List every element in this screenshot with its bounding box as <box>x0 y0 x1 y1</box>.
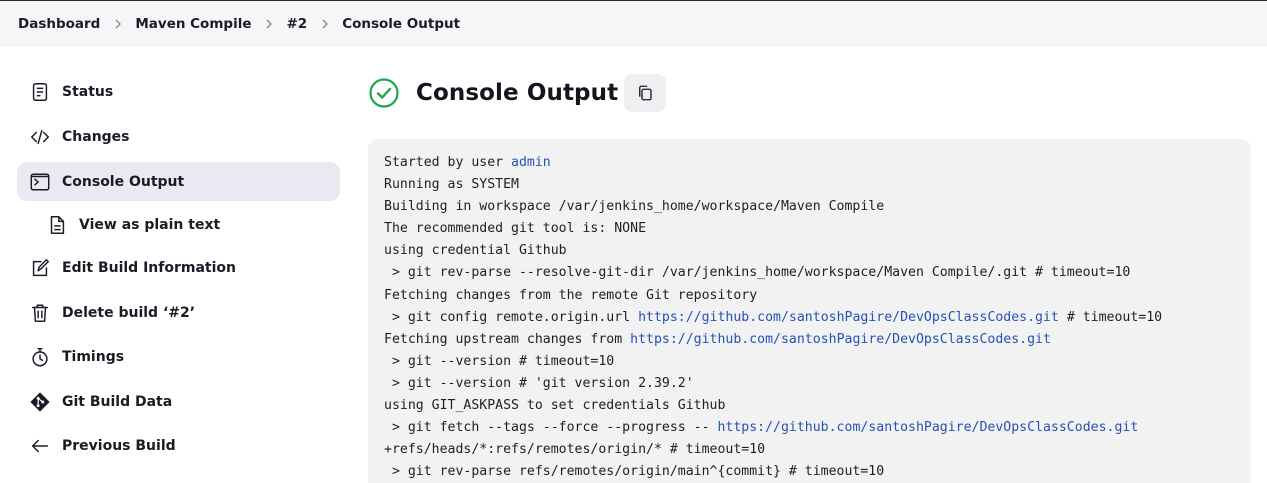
sidebar-item-label: Status <box>62 84 114 101</box>
sidebar-item-status[interactable]: Status <box>17 70 340 115</box>
console-line: using credential Github <box>384 240 1251 262</box>
sidebar-item-timings[interactable]: Timings <box>17 335 340 380</box>
console-text: Started by user <box>384 155 512 170</box>
console-link[interactable]: admin <box>511 155 551 170</box>
sidebar-item-label: View as plain text <box>79 217 221 233</box>
console-text: > git fetch --tags --force --progress -- <box>384 420 718 436</box>
console-line: The recommended git tool is: NONE <box>384 218 1251 240</box>
document-icon <box>45 213 69 237</box>
console-line: Running as SYSTEM <box>384 174 1251 196</box>
sidebar-item-console-output[interactable]: Console Output <box>17 162 340 201</box>
sidebar-item-changes[interactable]: Changes <box>17 115 340 160</box>
sidebar-item-previous-build[interactable]: Previous Build <box>17 424 340 469</box>
status-icon <box>28 80 52 104</box>
console-line: Building in workspace /var/jenkins_home/… <box>384 196 1251 218</box>
console-line: > git --version # timeout=10 <box>384 351 1251 373</box>
breadcrumb-dashboard[interactable]: Dashboard <box>18 16 100 32</box>
edit-icon <box>28 256 52 280</box>
chevron-right-icon <box>307 19 342 29</box>
sidebar-item-git-build-data[interactable]: Git Build Data <box>17 380 340 425</box>
console-text: Fetching upstream changes from <box>384 331 631 347</box>
console-line: Fetching changes from the remote Git rep… <box>384 285 1251 307</box>
console-line: using GIT_ASKPASS to set credentials Git… <box>384 395 1251 417</box>
breadcrumb-job[interactable]: Maven Compile <box>135 16 251 32</box>
console-link[interactable]: https://github.com/santoshPagire/DevOpsC… <box>630 332 1051 347</box>
page-title: Console Output <box>416 80 619 106</box>
console-text: Building in workspace /var/jenkins_home/… <box>384 199 885 215</box>
console-text: The recommended git tool is: NONE <box>384 221 647 237</box>
sidebar-item-label: Previous Build <box>62 438 176 455</box>
breadcrumb-build[interactable]: #2 <box>286 16 307 32</box>
console-text: # timeout=10 <box>1058 309 1163 325</box>
console-link[interactable]: https://github.com/santoshPagire/DevOpsC… <box>638 310 1059 325</box>
console-text: using GIT_ASKPASS to set credentials Git… <box>384 398 726 414</box>
code-icon <box>28 125 52 149</box>
sidebar-item-label: Edit Build Information <box>62 260 236 277</box>
console-link[interactable]: https://github.com/santoshPagire/DevOpsC… <box>717 420 1138 435</box>
arrow-left-icon <box>28 434 52 458</box>
page-header: Console Output <box>368 70 1251 116</box>
sidebar-item-label: Console Output <box>62 173 185 190</box>
sidebar: Status Changes Console Output View as pl… <box>17 70 340 469</box>
copy-button[interactable] <box>624 74 667 112</box>
console-text: > git --version # timeout=10 <box>384 353 615 369</box>
sidebar-item-label: Git Build Data <box>62 393 173 410</box>
console-line: Fetching upstream changes from https://g… <box>384 329 1251 351</box>
console-text: > git rev-parse --resolve-git-dir /var/j… <box>384 265 1131 281</box>
sidebar-item-label: Delete build ‘#2’ <box>62 304 196 321</box>
sidebar-item-edit-build-info[interactable]: Edit Build Information <box>17 246 340 291</box>
breadcrumb-bar: Dashboard Maven Compile #2 Console Outpu… <box>0 0 1267 47</box>
chevron-right-icon <box>251 19 286 29</box>
copy-icon <box>639 85 652 101</box>
main-content: Console Output Started by user admin Runn… <box>368 70 1251 483</box>
console-line: > git fetch --tags --force --progress --… <box>384 417 1251 439</box>
console-line: +refs/heads/*:refs/remotes/origin/* # ti… <box>384 439 1251 461</box>
console-text: Running as SYSTEM <box>384 177 519 193</box>
stopwatch-icon <box>28 345 52 369</box>
terminal-icon <box>28 170 52 194</box>
console-text: > git --version # 'git version 2.39.2' <box>384 375 694 391</box>
console-line: > git --version # 'git version 2.39.2' <box>384 373 1251 395</box>
success-check-icon <box>369 78 399 108</box>
console-line: > git rev-parse --resolve-git-dir /var/j… <box>384 262 1251 284</box>
breadcrumb-console-output[interactable]: Console Output <box>342 16 460 32</box>
console-text: using credential Github <box>384 243 567 259</box>
console-text: > git config remote.origin.url <box>384 309 639 325</box>
git-icon <box>28 390 52 414</box>
sidebar-item-label: Changes <box>62 128 130 145</box>
console-line: > git rev-parse refs/remotes/origin/main… <box>384 461 1251 483</box>
sidebar-item-label: Timings <box>62 349 125 366</box>
console-line: Started by user admin <box>384 152 1251 174</box>
console-output: Started by user admin Running as SYSTEM Bu… <box>368 139 1251 483</box>
console-line: > git config remote.origin.url https://g… <box>384 307 1251 329</box>
console-text: Fetching changes from the remote Git rep… <box>384 287 758 303</box>
trash-icon <box>28 301 52 325</box>
sidebar-item-plain-text[interactable]: View as plain text <box>17 204 340 246</box>
console-text: +refs/heads/*:refs/remotes/origin/* # ti… <box>384 442 766 458</box>
sidebar-item-delete-build[interactable]: Delete build ‘#2’ <box>17 291 340 336</box>
console-text: > git rev-parse refs/remotes/origin/main… <box>384 464 885 480</box>
chevron-right-icon <box>100 19 135 29</box>
